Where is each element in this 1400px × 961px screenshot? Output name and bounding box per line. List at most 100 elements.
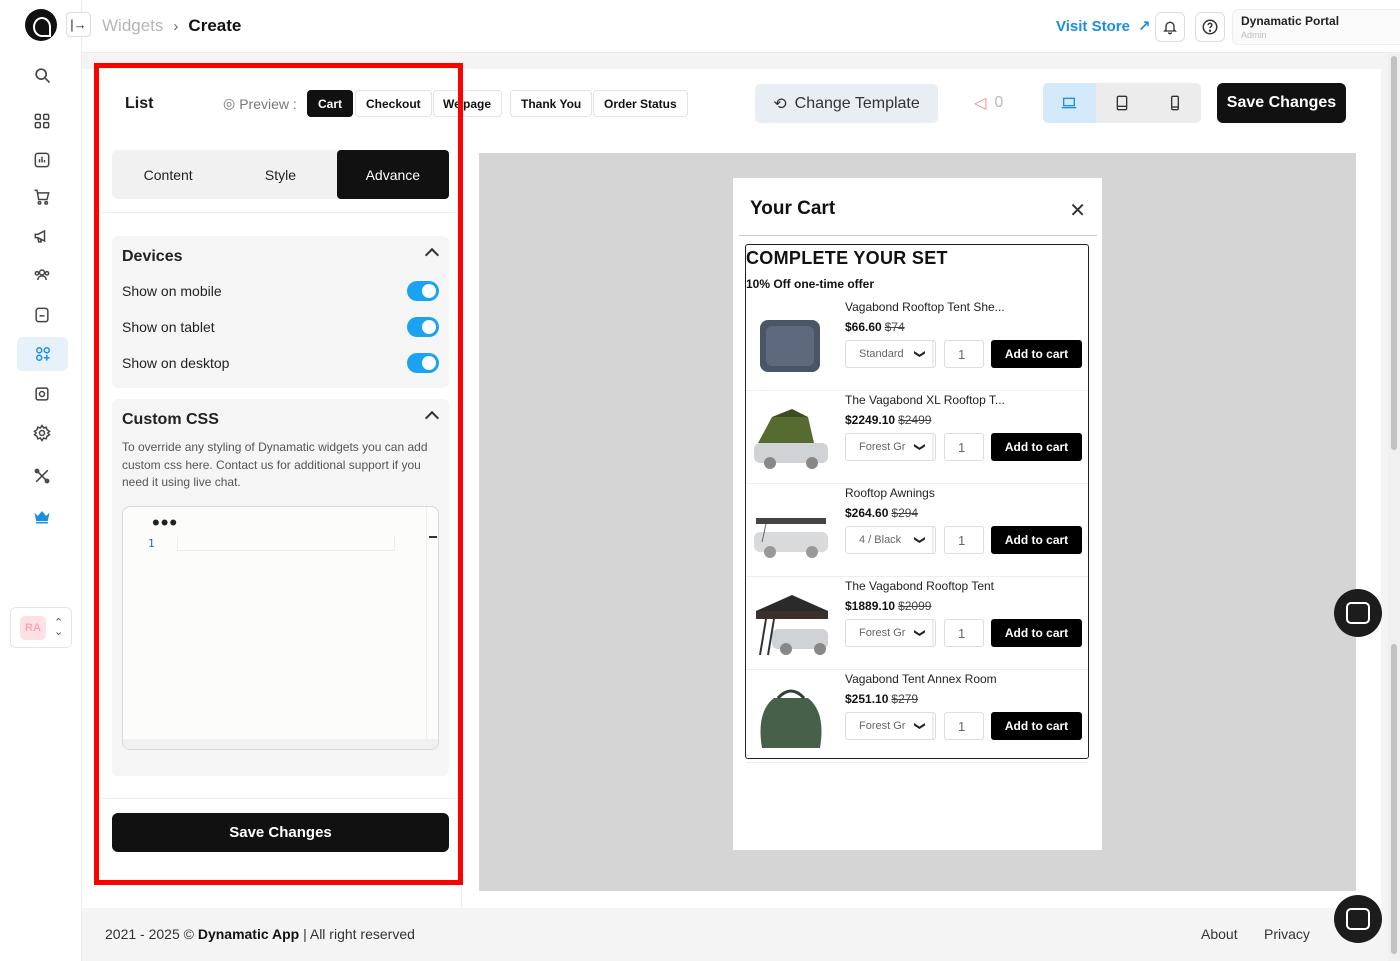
quantity-input[interactable]: 1 [944, 433, 984, 461]
settings-tabs: Content Style Advance [112, 150, 449, 199]
preview-tab-order-status[interactable]: Order Status [593, 90, 688, 117]
product-old-price: $279 [891, 692, 919, 706]
breadcrumb-parent[interactable]: Widgets [102, 16, 163, 36]
settings-gear-icon[interactable] [26, 417, 58, 449]
product-name[interactable]: Vagabond Tent Annex Room [845, 672, 997, 686]
collapse-sidebar-icon[interactable]: |→ [66, 12, 91, 37]
close-icon[interactable]: ✕ [1069, 198, 1086, 223]
tab-style[interactable]: Style [224, 150, 336, 199]
product-xl-rooftop-tent: The Vagabond XL Rooftop T... $2249.10 $249… [746, 391, 1088, 484]
page-scrollbar[interactable] [1388, 54, 1400, 961]
profile-role: Admin [1241, 30, 1267, 40]
tools-icon[interactable] [26, 460, 58, 492]
panel-title: List [125, 95, 154, 112]
editor-line[interactable] [177, 536, 395, 551]
custom-css-section: Custom CSS To override any styling of Dy… [112, 399, 449, 776]
product-name[interactable]: The Vagabond Rooftop Tent [845, 579, 994, 593]
chevron-down-icon: ❯ [907, 713, 934, 739]
desktop-view-icon[interactable] [1043, 83, 1096, 123]
product-price: $1889.10 $2099 [845, 599, 932, 613]
visit-store-link[interactable]: Visit Store ↗ [1056, 17, 1151, 36]
preview-tab-webpage-tail[interactable]: page [463, 90, 503, 117]
add-to-cart-button[interactable]: Add to cart [991, 619, 1082, 647]
chevron-down-icon: ❯ [907, 527, 934, 553]
crown-icon[interactable] [26, 500, 58, 532]
add-to-cart-button[interactable]: Add to cart [991, 433, 1082, 461]
product-name[interactable]: Vagabond Rooftop Tent She... [845, 300, 1005, 314]
quantity-input[interactable]: 1 [944, 619, 984, 647]
chevron-down-icon: ❯ [907, 620, 934, 646]
chat-icon[interactable] [1334, 589, 1382, 637]
product-image[interactable] [752, 682, 830, 750]
chat-icon[interactable] [1334, 895, 1382, 943]
chevron-updown-icon: ⌃ ⌄ [54, 617, 64, 638]
cart-icon[interactable] [26, 181, 58, 213]
variant-select[interactable]: Forest Gr ❯ [845, 433, 936, 461]
product-old-price: $74 [884, 320, 905, 334]
templates-icon[interactable] [26, 378, 58, 410]
footer-brand[interactable]: Dynamatic App [198, 926, 299, 942]
notification-bell-icon[interactable] [1155, 12, 1185, 42]
pages-icon[interactable] [26, 299, 58, 331]
product-name[interactable]: Rooftop Awnings [845, 486, 935, 500]
css-code-editor[interactable]: ••• 1 [122, 506, 439, 750]
collapse-chevron-icon[interactable] [424, 410, 440, 426]
editor-hscrollbar[interactable] [123, 739, 438, 749]
product-image[interactable] [752, 496, 830, 564]
add-to-cart-button[interactable]: Add to cart [991, 526, 1082, 554]
divider [100, 798, 462, 799]
device-switcher [1043, 83, 1201, 123]
profile-menu[interactable]: Dynamatic Portal Admin DP [1232, 9, 1400, 45]
product-image[interactable] [752, 589, 830, 657]
change-template-button[interactable]: ⟲ Change Template [755, 84, 938, 123]
add-to-cart-button[interactable]: Add to cart [991, 712, 1082, 740]
product-tent-shell: Vagabond Rooftop Tent She... $66.60 $74 Sta… [746, 298, 1088, 391]
collapse-chevron-icon[interactable] [424, 247, 440, 263]
more-dots-icon[interactable]: ••• [152, 512, 178, 534]
cart-drawer-preview: Your Cart ✕ COMPLETE YOUR SET 10% Off on… [733, 178, 1102, 850]
variant-select[interactable]: Standard ❯ [845, 340, 936, 368]
mobile-view-icon[interactable] [1148, 83, 1201, 123]
profile-name: Dynamatic Portal [1241, 14, 1340, 28]
save-changes-button[interactable]: Save Changes [112, 813, 449, 852]
feedback-counter[interactable]: ◁ 0 [974, 93, 1003, 113]
show-tablet-toggle[interactable] [407, 317, 439, 337]
preview-tab-checkout[interactable]: Checkout [355, 90, 432, 117]
product-old-price: $2499 [898, 413, 932, 427]
analytics-icon[interactable] [26, 144, 58, 176]
users-icon[interactable] [26, 259, 58, 291]
variant-select[interactable]: Forest Gr ❯ [845, 619, 936, 647]
preview-tab-thank-you[interactable]: Thank You [510, 90, 593, 117]
settings-panel: List ◎ Preview : Cart Checkout Webpage C… [100, 70, 465, 908]
editor-scrollbar[interactable] [426, 507, 438, 741]
quantity-input[interactable]: 1 [944, 712, 984, 740]
tab-advance[interactable]: Advance [336, 150, 449, 199]
search-icon[interactable] [26, 59, 58, 91]
footer-about-link[interactable]: About [1201, 926, 1238, 942]
quantity-input[interactable]: 1 [944, 340, 984, 368]
product-image[interactable] [752, 310, 830, 378]
tablet-view-icon[interactable] [1096, 83, 1149, 123]
product-image[interactable] [752, 403, 830, 471]
dashboard-grid-icon[interactable] [26, 105, 58, 137]
account-switcher[interactable]: RA ⌃ ⌄ [10, 607, 72, 648]
show-mobile-toggle[interactable] [407, 281, 439, 301]
quantity-input[interactable]: 1 [944, 526, 984, 554]
variant-select[interactable]: 4 / Black ❯ [845, 526, 936, 554]
megaphone-icon[interactable] [26, 220, 58, 252]
offer-subheading: 10% Off one-time offer [746, 277, 875, 291]
save-changes-top-button[interactable]: Save Changes [1217, 83, 1346, 123]
eye-icon: ◎ [223, 95, 236, 111]
tab-content[interactable]: Content [112, 150, 224, 199]
preview-tab-cart[interactable]: Cart [307, 90, 354, 117]
app-logo[interactable] [25, 9, 57, 41]
footer-privacy-link[interactable]: Privacy [1264, 926, 1310, 942]
help-icon[interactable] [1195, 12, 1225, 42]
top-bar: |→ Widgets › Create Visit Store ↗ Dynama… [66, 0, 1400, 53]
variant-select[interactable]: Forest Gr ❯ [845, 712, 936, 740]
preview-tab-webpage[interactable]: Webpage [433, 90, 465, 117]
show-desktop-toggle[interactable] [407, 353, 439, 373]
add-to-cart-button[interactable]: Add to cart [991, 340, 1082, 368]
widgets-icon[interactable] [17, 337, 68, 371]
product-name[interactable]: The Vagabond XL Rooftop T... [845, 393, 1005, 407]
